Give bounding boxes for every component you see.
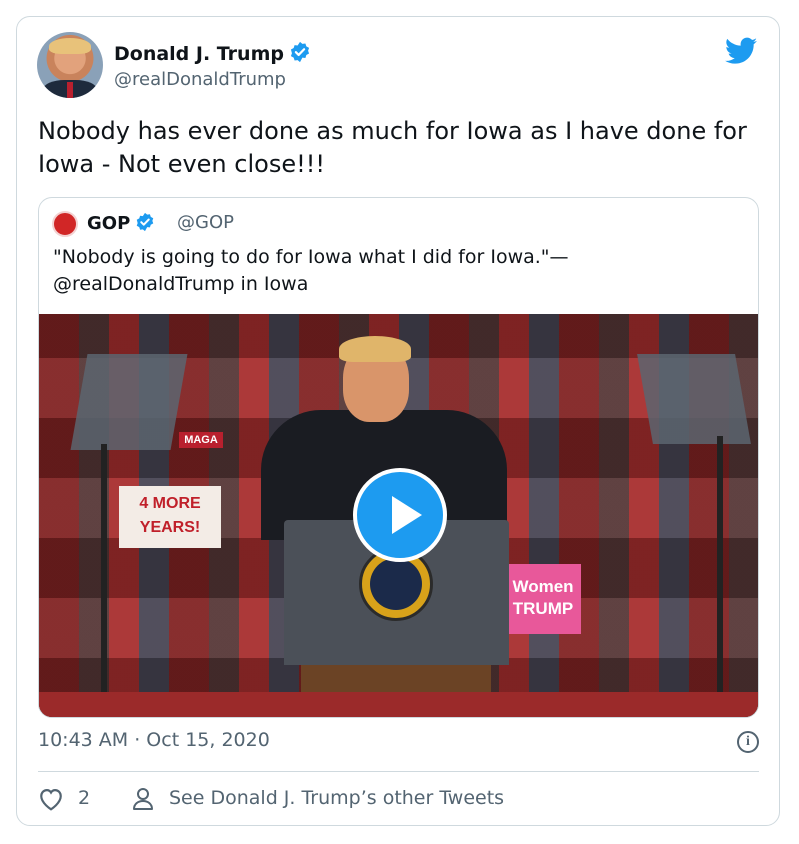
teleprompter-right	[637, 354, 751, 444]
person-icon[interactable]	[132, 787, 154, 811]
teleprompter-right-pole	[717, 436, 723, 717]
play-button[interactable]	[353, 468, 447, 562]
quote-verified-badge-icon	[137, 212, 154, 232]
quote-author-handle[interactable]: @GOP	[177, 212, 234, 233]
author-name[interactable]: Donald J. Trump	[114, 43, 284, 65]
gop-logo-icon[interactable]	[52, 211, 78, 237]
author-handle[interactable]: @realDonaldTrump	[114, 69, 286, 90]
author-avatar[interactable]	[37, 32, 103, 98]
heart-icon[interactable]	[38, 787, 64, 811]
quote-author-name-row[interactable]: GOP	[87, 212, 155, 234]
divider	[38, 771, 759, 772]
video-thumbnail[interactable]: 4 MORE YEARS! MAGA Women TRUMP	[39, 314, 758, 717]
quoted-tweet[interactable]: GOP @GOP "Nobody is going to do for Iowa…	[38, 197, 759, 718]
tweet-text: Nobody has ever done as much for Iowa as…	[38, 117, 747, 178]
sign-four-more-years: 4 MORE YEARS!	[119, 486, 221, 548]
quote-text: "Nobody is going to do for Iowa what I d…	[53, 246, 569, 295]
see-other-tweets-link[interactable]: See Donald J. Trump’s other Tweets	[169, 787, 504, 809]
teleprompter-left	[70, 354, 188, 450]
play-icon	[392, 496, 422, 534]
sign-women-trump: Women TRUMP	[505, 564, 581, 634]
like-count[interactable]: 2	[78, 787, 90, 809]
tweet-timestamp[interactable]: 10:43 AM · Oct 15, 2020	[38, 729, 270, 751]
author-name-row[interactable]: Donald J. Trump	[114, 41, 311, 65]
verified-badge-icon	[290, 41, 310, 63]
twitter-bird-icon[interactable]	[725, 37, 757, 65]
sign-maga: MAGA	[179, 432, 223, 448]
info-icon[interactable]: i	[737, 731, 759, 753]
quote-author-name[interactable]: GOP	[87, 213, 130, 234]
tweet-card[interactable]: Donald J. Trump @realDonaldTrump Nobody …	[16, 16, 780, 826]
teleprompter-left-pole	[101, 444, 107, 717]
